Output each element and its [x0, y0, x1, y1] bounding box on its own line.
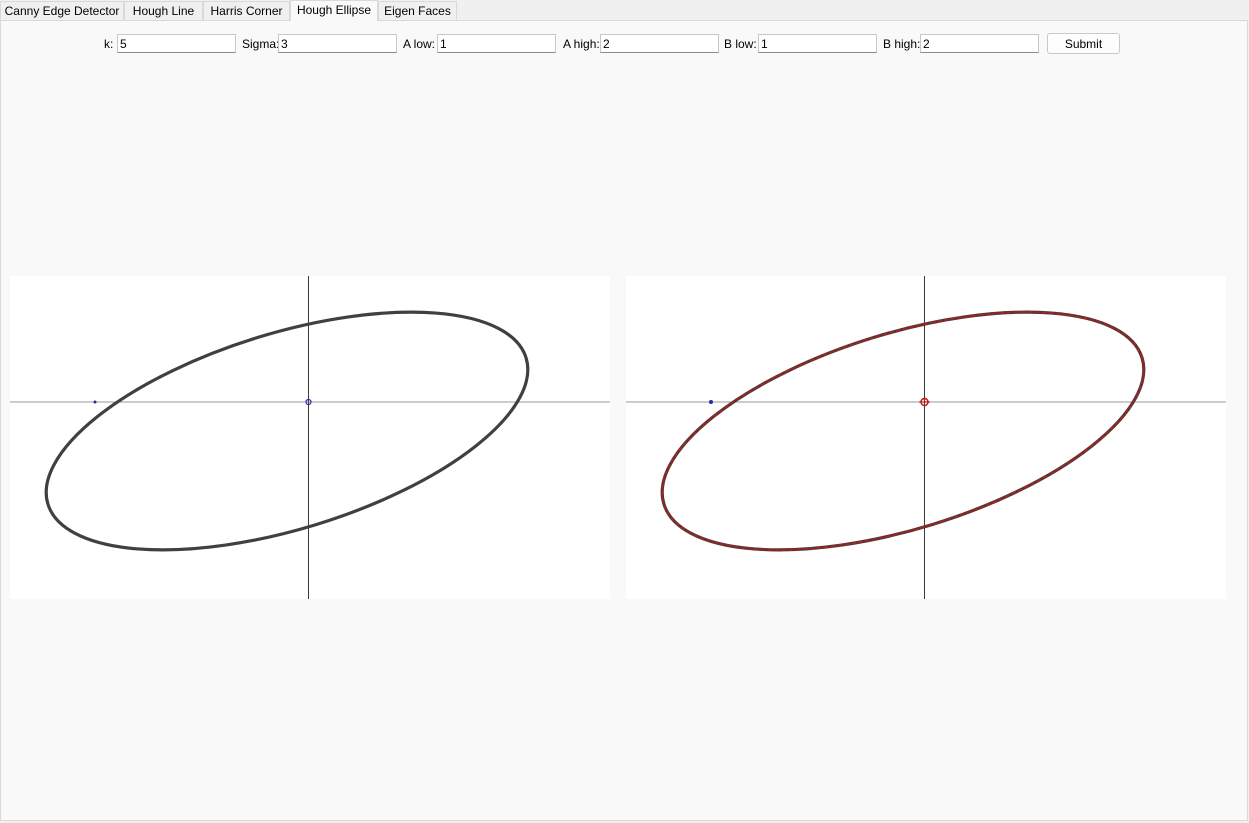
- edge-ellipse: [660, 310, 1146, 552]
- sigma-input[interactable]: [278, 34, 397, 53]
- tab-bar: Canny Edge Detector Hough Line Harris Co…: [0, 0, 1249, 21]
- tab-canny-edge-detector[interactable]: Canny Edge Detector: [0, 1, 124, 20]
- a-low-input[interactable]: [437, 34, 556, 53]
- b-low-input[interactable]: [758, 34, 877, 53]
- k-input[interactable]: [117, 34, 236, 53]
- tab-hough-line[interactable]: Hough Line: [124, 1, 203, 20]
- tab-harris-corner[interactable]: Harris Corner: [203, 1, 290, 20]
- tab-eigen-faces[interactable]: Eigen Faces: [378, 1, 457, 20]
- submit-button[interactable]: Submit: [1047, 33, 1120, 54]
- a-high-input[interactable]: [600, 34, 719, 53]
- sigma-label: Sigma:: [242, 37, 280, 51]
- b-high-input[interactable]: [920, 34, 1039, 53]
- k-label: k:: [104, 37, 114, 51]
- detected-center-marker: [919, 396, 930, 408]
- detected-ellipse-svg: [626, 276, 1226, 599]
- tab-hough-ellipse[interactable]: Hough Ellipse: [290, 0, 378, 21]
- detected-ellipse-image: [626, 276, 1226, 599]
- a-high-label: A high:: [563, 37, 600, 51]
- input-ellipse-image: [10, 276, 610, 599]
- b-high-label: B high:: [883, 37, 921, 51]
- b-low-label: B low:: [724, 37, 757, 51]
- intersection-marker: [709, 400, 713, 404]
- detected-ellipse-overlay: [661, 311, 1145, 551]
- a-low-label: A low:: [403, 37, 436, 51]
- input-ellipse: [44, 310, 530, 552]
- input-ellipse-svg: [10, 276, 610, 599]
- intersection-marker: [93, 400, 97, 404]
